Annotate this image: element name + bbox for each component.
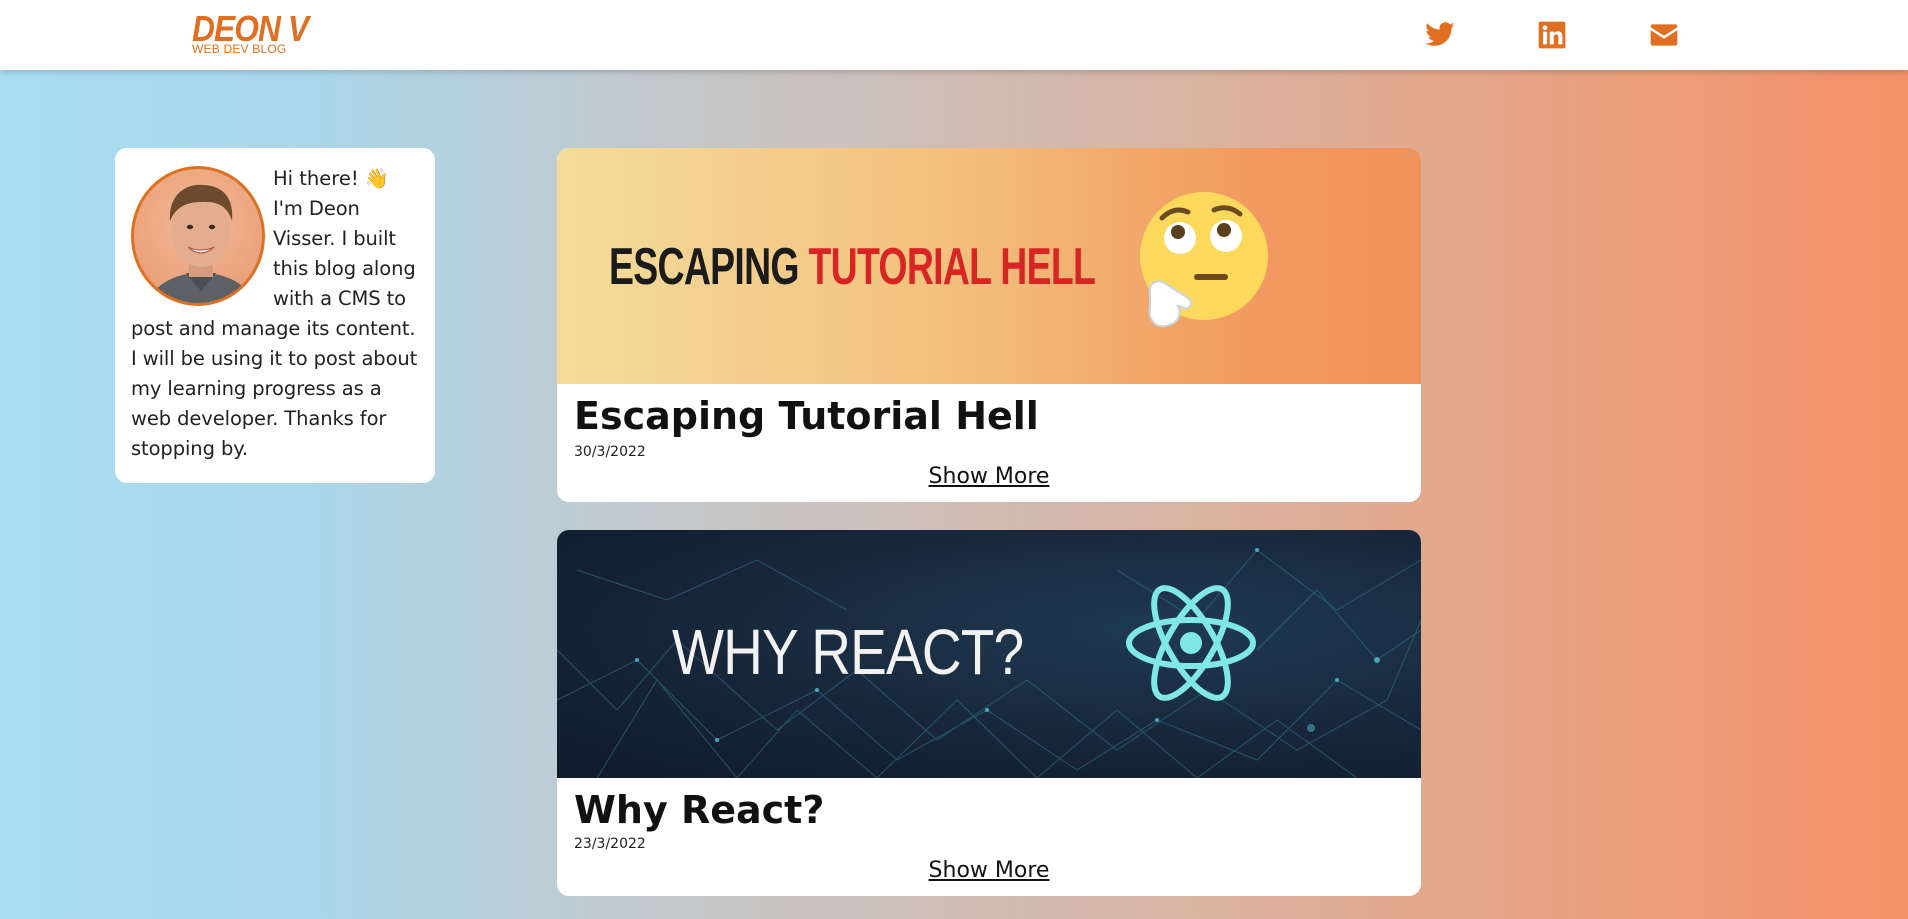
email-icon [1650,24,1678,46]
post-cover-image: WHY REACT? [557,530,1421,778]
post-card[interactable]: WHY REACT? Why React? 23/3/2022 Show Mor… [557,530,1421,896]
linkedin-icon [1538,21,1566,49]
about-card: Hi there! 👋 I'm Deon Visser. I built thi… [115,148,435,483]
linkedin-link[interactable] [1534,17,1570,53]
logo-title: DEON V [192,8,309,49]
show-more-link[interactable]: Show More [557,858,1421,883]
site-logo[interactable]: DEON V WEB DEV BLOG [192,8,324,56]
top-navbar: DEON V WEB DEV BLOG [0,0,1908,70]
post-title[interactable]: Escaping Tutorial Hell [574,394,1039,438]
post-cover-image: ESCAPING TUTORIAL HELL [557,148,1421,384]
about-greeting: Hi there! 👋 [273,167,390,190]
email-link[interactable] [1646,17,1682,53]
twitter-icon [1425,22,1455,46]
post-card[interactable]: ESCAPING TUTORIAL HELL Escaping Tutorial… [557,148,1421,502]
post-date: 23/3/2022 [574,836,646,852]
show-more-link[interactable]: Show More [557,464,1421,489]
cover-text-why-react: WHY REACT? [672,616,1024,688]
author-avatar [131,166,265,306]
post-date: 30/3/2022 [574,444,646,460]
cover-text-escaping: ESCAPING [609,238,800,296]
post-title[interactable]: Why React? [574,788,824,832]
thinking-emoji-icon [1140,192,1268,328]
cover-text-tutorial-hell: TUTORIAL HELL [808,238,1096,296]
author-photo [146,184,256,303]
twitter-link[interactable] [1422,17,1458,53]
react-logo-icon [1126,585,1256,701]
